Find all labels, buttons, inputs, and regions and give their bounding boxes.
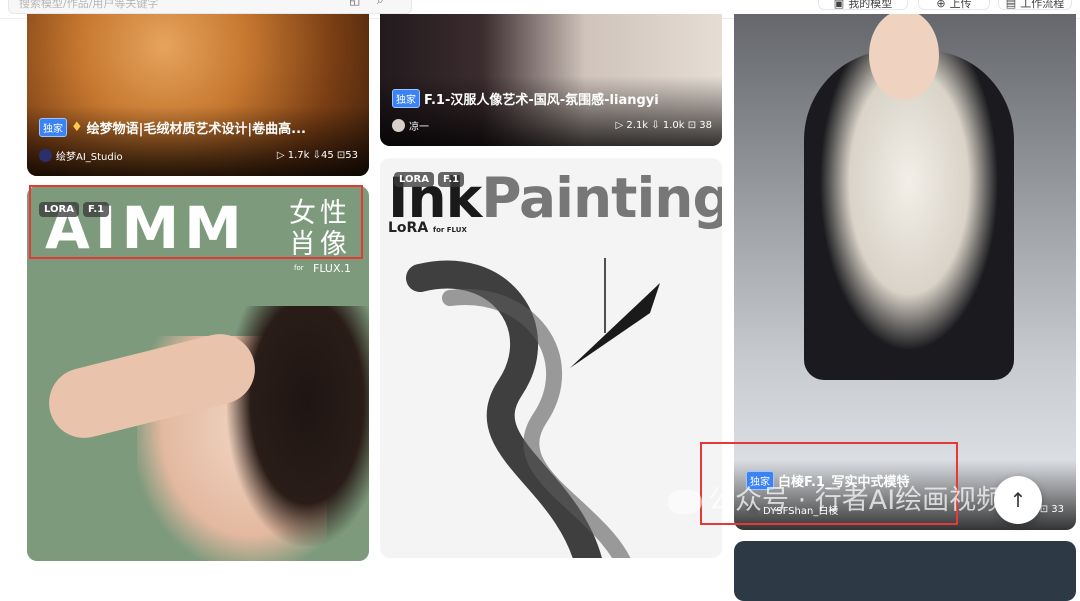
back-to-top-button[interactable]: ↑ xyxy=(994,476,1042,524)
tag-list: LORA F.1 xyxy=(394,172,465,187)
author[interactable]: 绘梦AI_Studio xyxy=(39,148,123,163)
tag-list: LORA F.1 xyxy=(39,202,110,217)
model-card[interactable]: 独家 F.1-汉服人像艺术-国风-氛围感-liangyi 凉一 ▷ 2.1k ⇩… xyxy=(380,0,722,146)
upload-icon: ⊕ xyxy=(936,0,946,10)
card-title: 独家 ♦ 绘梦物语|毛绒材质艺术设计|卷曲高... xyxy=(39,118,306,137)
tag-f1: F.1 xyxy=(437,172,465,187)
watermark: 公众号 · 行者AI绘画视频 xyxy=(668,478,1003,517)
exclusive-badge: 独家 xyxy=(39,118,67,137)
search-icon[interactable]: ⌕ xyxy=(377,0,384,8)
model-card[interactable]: 独家 ♦ 绘梦物语|毛绒材质艺术设计|卷曲高... 绘梦AI_Studio ▷ … xyxy=(27,0,369,176)
tag-lora: LORA xyxy=(39,202,79,217)
search-box[interactable]: 搜索模型/作品/用户等关键字 ◱ ⌕ xyxy=(8,0,412,14)
wechat-icon xyxy=(668,489,702,514)
top-bar: 搜索模型/作品/用户等关键字 ◱ ⌕ ▣ 我的模型 ⊕ 上传 ▤ 工作流程 xyxy=(0,0,1080,14)
avatar xyxy=(392,119,405,132)
cube-icon: ▣ xyxy=(833,0,845,10)
card-title: 独家 F.1-汉服人像艺术-国风-氛围感-liangyi xyxy=(392,89,659,108)
exclusive-badge: 独家 xyxy=(392,89,420,108)
model-card[interactable]: 独家 白棱F.1_写实中式模特 DYSFShan_白棱 ▷ 2.3k ⊡ 33 xyxy=(734,0,1076,530)
card-image xyxy=(734,541,1076,601)
art-flux: FLUX.1 xyxy=(313,262,351,275)
arrow-up-icon: ↑ xyxy=(1009,488,1027,512)
model-card[interactable] xyxy=(734,541,1076,601)
diamond-icon: ♦ xyxy=(71,120,83,135)
art-subtitle: 女性肖像 xyxy=(289,198,351,260)
art-for: for xyxy=(294,264,304,272)
tag-lora: LORA xyxy=(394,172,434,187)
my-models-button[interactable]: ▣ 我的模型 xyxy=(818,0,908,10)
card-stats: ▷ 1.7k ⇩45 ⊡53 xyxy=(276,150,358,161)
card-stats: ▷ 2.1k ⇩ 1.0k ⊡ 38 xyxy=(615,120,712,131)
workflow-button[interactable]: ▤ 工作流程 xyxy=(998,0,1072,10)
art-lora: LoRA for FLUX xyxy=(388,220,467,236)
author[interactable]: 凉一 xyxy=(392,118,429,133)
model-card[interactable]: AIMM 女性肖像 for FLUX.1 LORA F.1 xyxy=(27,186,369,561)
search-input[interactable]: 搜索模型/作品/用户等关键字 xyxy=(19,0,158,11)
workflow-icon: ▤ xyxy=(1005,0,1017,10)
avatar xyxy=(39,149,52,162)
upload-button[interactable]: ⊕ 上传 xyxy=(918,0,990,10)
tag-f1: F.1 xyxy=(82,202,110,217)
camera-icon[interactable]: ◱ xyxy=(349,0,360,7)
